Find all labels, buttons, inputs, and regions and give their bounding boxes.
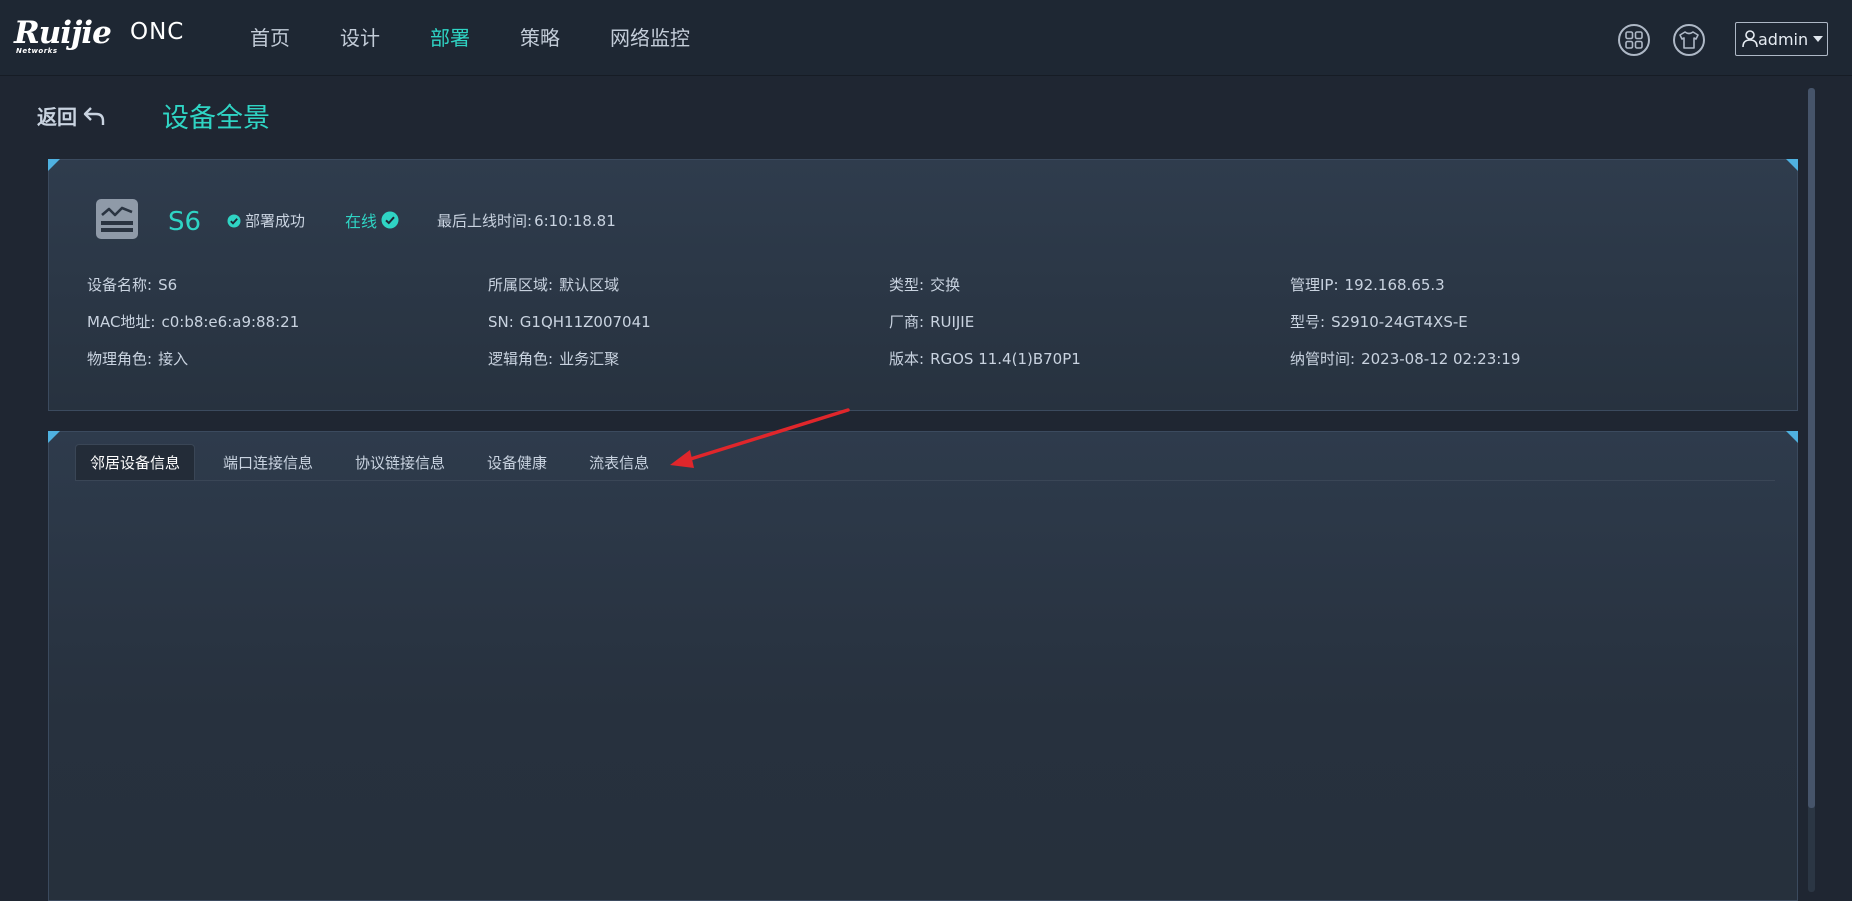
attr-type: 类型: 交换	[889, 274, 1290, 295]
check-circle-icon	[227, 214, 241, 227]
attr-label: 管理IP:	[1290, 276, 1339, 294]
top-navigation-bar: Ruijie Networks ONC 首页 设计 部署 策略 网络监控 adm…	[0, 0, 1852, 76]
attribute-row: 物理角色: 接入 逻辑角色: 业务汇聚 版本: RGOS 11.4(1)B70P1 纳…	[87, 340, 1787, 377]
device-name: S6	[168, 207, 202, 237]
logo-subtext: Networks	[16, 47, 58, 55]
switch-device-icon	[94, 196, 140, 246]
attr-region: 所属区域: 默认区域	[488, 274, 889, 295]
attr-model: 型号: S2910-24GT4XS-E	[1290, 311, 1691, 332]
attr-label: 所属区域:	[488, 276, 554, 294]
nav-item-design[interactable]: 设计	[340, 22, 380, 51]
device-attributes: 设备名称: S6 所属区域: 默认区域 类型: 交换 管理IP: 192.168.65.…	[87, 266, 1787, 377]
back-label: 返回	[37, 105, 77, 129]
attr-label: 物理角色:	[87, 350, 153, 368]
attr-value: 192.168.65.3	[1344, 276, 1445, 294]
scrollbar-thumb[interactable]	[1808, 88, 1815, 808]
tab-port-connections[interactable]: 端口连接信息	[209, 444, 327, 480]
grid-apps-icon[interactable]	[1618, 24, 1650, 56]
attr-value: c0:b8:e6:a9:88:21	[161, 313, 300, 331]
panel-corner-decoration	[48, 431, 60, 443]
main-nav: 首页 设计 部署 策略 网络监控	[250, 0, 740, 76]
attr-value: S2910-24GT4XS-E	[1331, 313, 1468, 331]
attr-value: RUIJIE	[930, 313, 975, 331]
attr-value: RGOS 11.4(1)B70P1	[930, 350, 1081, 368]
last-online-time: 最后上线时间: 6:10:18.81	[437, 210, 616, 231]
last-online-label: 最后上线时间:	[437, 212, 533, 230]
attr-managed-time: 纳管时间: 2023-08-12 02:23:19	[1290, 348, 1691, 369]
tab-bar: 邻居设备信息 端口连接信息 协议链接信息 设备健康 流表信息	[75, 444, 1775, 481]
nav-item-network-monitor[interactable]: 网络监控	[610, 22, 690, 51]
attr-label: 厂商:	[889, 313, 925, 331]
nav-item-deploy[interactable]: 部署	[430, 22, 470, 51]
ruijie-logo: Ruijie Networks	[14, 16, 118, 56]
tab-device-health[interactable]: 设备健康	[473, 444, 561, 480]
attr-label: 型号:	[1290, 313, 1326, 331]
user-menu-button[interactable]: admin	[1735, 22, 1828, 56]
nav-item-home[interactable]: 首页	[250, 22, 290, 51]
attr-value: 2023-08-12 02:23:19	[1361, 350, 1521, 368]
attr-mgmt-ip: 管理IP: 192.168.65.3	[1290, 274, 1691, 295]
page-title: 设备全景	[162, 103, 270, 134]
device-info-panel: S6 部署成功 在线 最后上线时间: 6:10:18.81 设备名称: S6 所属区…	[48, 159, 1798, 411]
panel-corner-decoration	[48, 159, 60, 171]
attr-label: MAC地址:	[87, 313, 156, 331]
attribute-row: MAC地址: c0:b8:e6:a9:88:21 SN: G1QH11Z007041…	[87, 303, 1787, 340]
attr-physical-role: 物理角色: 接入	[87, 348, 488, 369]
attr-label: 纳管时间:	[1290, 350, 1356, 368]
attr-value: 业务汇聚	[559, 350, 620, 368]
check-circle-icon	[381, 211, 399, 229]
attr-value: 默认区域	[559, 276, 620, 294]
attr-label: 逻辑角色:	[488, 350, 554, 368]
last-online-value: 6:10:18.81	[534, 212, 616, 230]
user-icon	[1742, 30, 1758, 48]
panel-corner-decoration	[1786, 431, 1798, 443]
attr-device-name: 设备名称: S6	[87, 274, 488, 295]
attribute-row: 设备名称: S6 所属区域: 默认区域 类型: 交换 管理IP: 192.168.65.…	[87, 266, 1787, 303]
attr-value: 交换	[930, 276, 961, 294]
attr-label: 类型:	[889, 276, 925, 294]
product-name: ONC	[130, 19, 185, 45]
panel-corner-decoration	[1786, 159, 1798, 171]
attr-label: SN:	[488, 312, 514, 331]
attr-vendor: 厂商: RUIJIE	[889, 311, 1290, 332]
attr-label: 设备名称:	[87, 276, 153, 294]
attr-mac: MAC地址: c0:b8:e6:a9:88:21	[87, 311, 488, 332]
deploy-status: 部署成功	[227, 210, 305, 231]
online-status: 在线	[345, 208, 399, 232]
tab-neighbor-devices[interactable]: 邻居设备信息	[75, 444, 196, 480]
attr-logical-role: 逻辑角色: 业务汇聚	[488, 348, 889, 369]
nav-item-policy[interactable]: 策略	[520, 22, 560, 51]
attr-sn: SN: G1QH11Z007041	[488, 313, 889, 331]
back-arrow-icon	[83, 106, 105, 125]
back-button[interactable]: 返回	[37, 101, 105, 130]
tshirt-icon[interactable]	[1673, 24, 1705, 56]
attr-value: 接入	[158, 350, 189, 368]
logo-word: Ruijie	[14, 15, 112, 51]
annotation-arrow-icon	[670, 408, 850, 468]
username: admin	[1758, 29, 1809, 49]
chevron-down-icon	[1813, 36, 1824, 42]
deploy-status-text: 部署成功	[245, 212, 306, 230]
vertical-scrollbar[interactable]	[1808, 88, 1815, 892]
tab-flow-table[interactable]: 流表信息	[575, 444, 663, 480]
attr-label: 版本:	[889, 350, 925, 368]
tab-protocol-links[interactable]: 协议链接信息	[341, 444, 459, 480]
online-status-text: 在线	[345, 212, 378, 231]
attr-value: S6	[158, 276, 178, 294]
attr-version: 版本: RGOS 11.4(1)B70P1	[889, 348, 1290, 369]
brand[interactable]: Ruijie Networks ONC	[14, 16, 184, 56]
attr-value: G1QH11Z007041	[519, 312, 651, 331]
device-detail-tabs-panel: 邻居设备信息 端口连接信息 协议链接信息 设备健康 流表信息	[48, 431, 1798, 901]
